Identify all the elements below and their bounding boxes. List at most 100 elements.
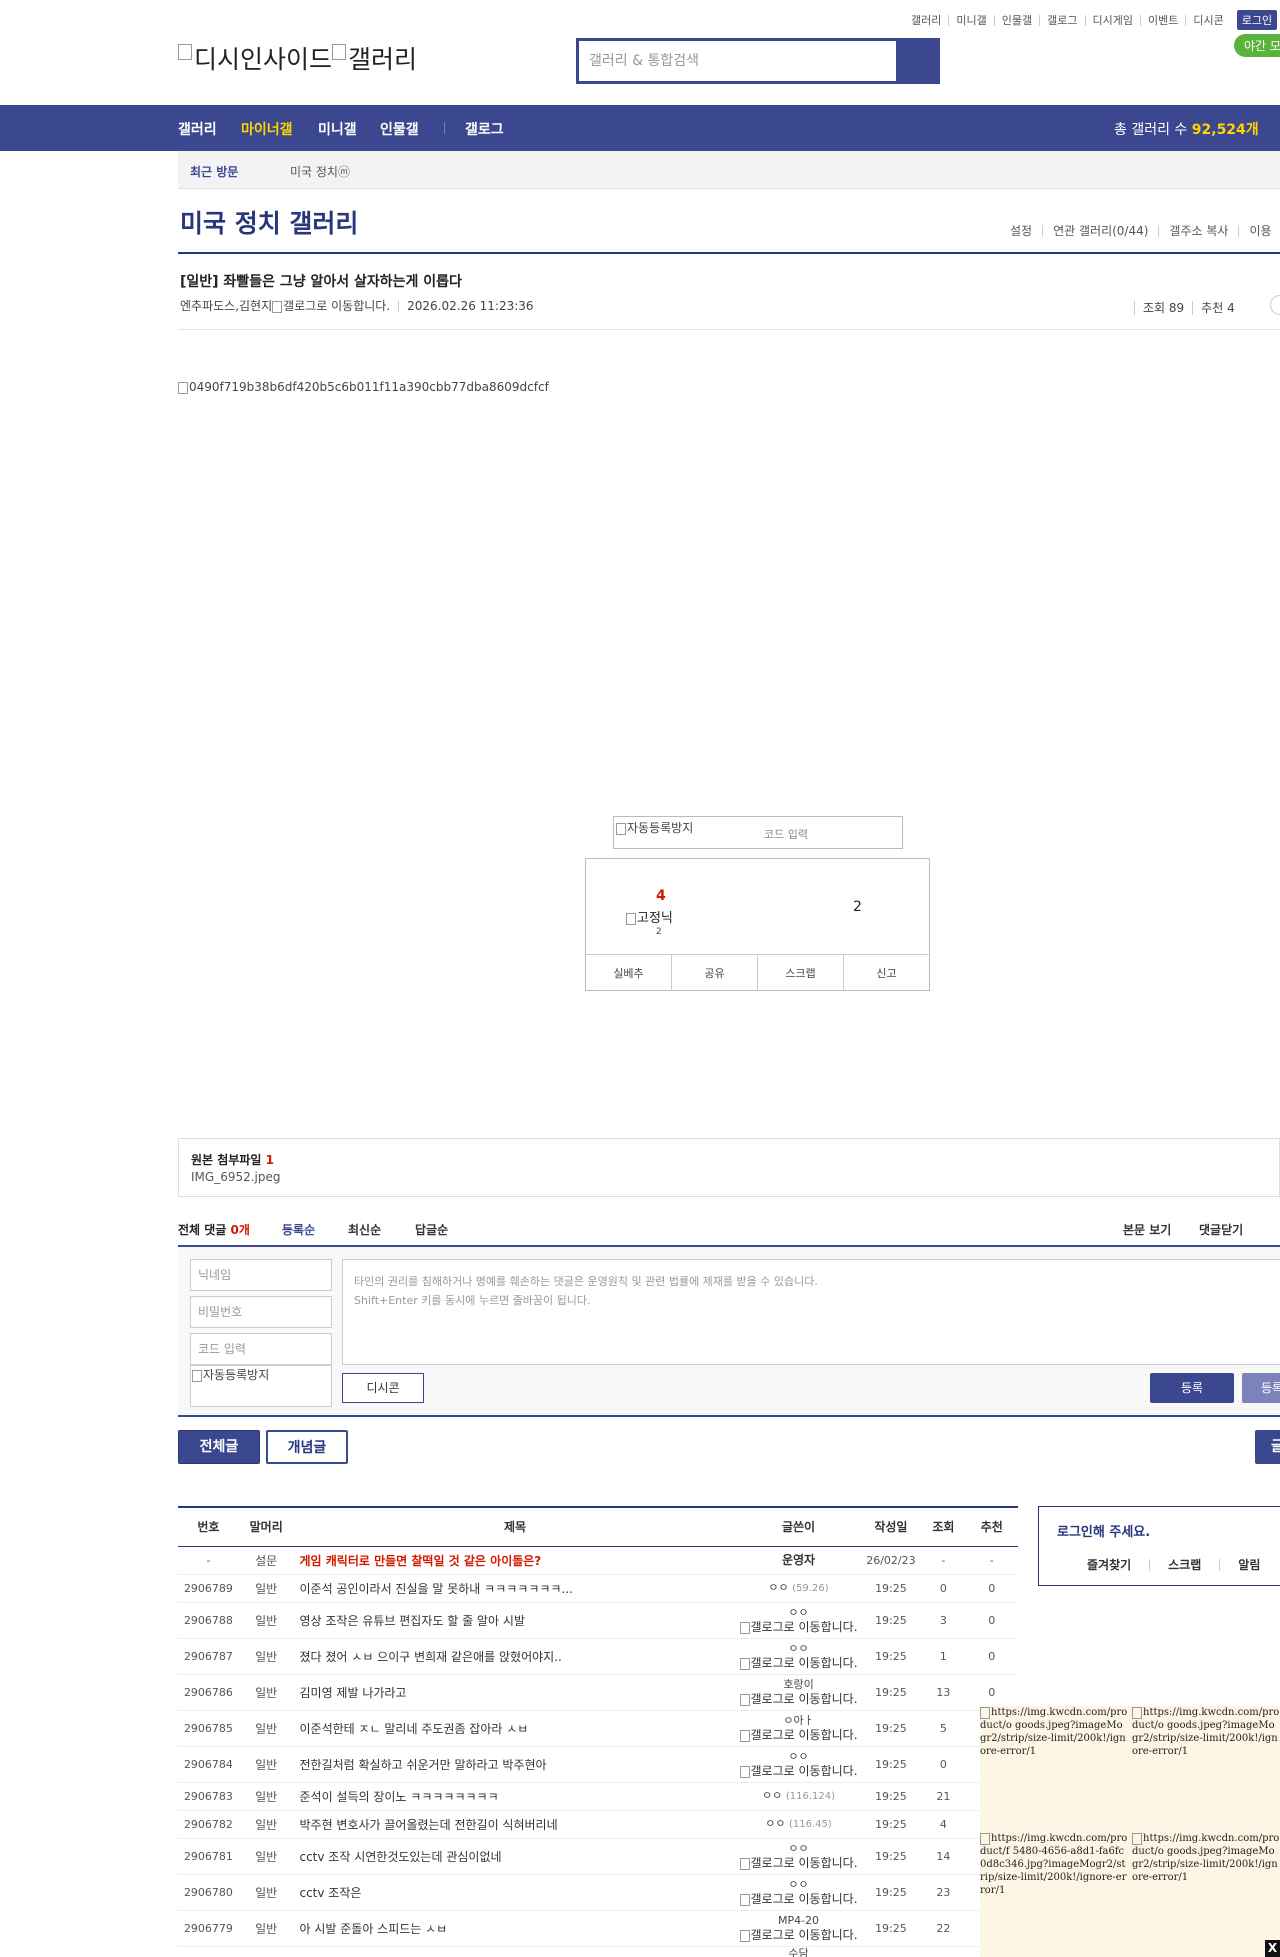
tab-concept-posts[interactable]: 개념글: [266, 1430, 348, 1464]
ad-product-2[interactable]: https://img.kwcdn.com/product/o goods.jp…: [1132, 1706, 1280, 1758]
writer-nick[interactable]: MP4-20: [778, 1914, 819, 1927]
writer-gallog-link[interactable]: 갤로그로 이동합니다.: [751, 1620, 858, 1634]
writer-nick[interactable]: ㅇㅇ: [768, 1581, 788, 1594]
post-title-link[interactable]: 영상 조작은 유튜브 편집자도 할 줄 알아 시발: [293, 1602, 737, 1639]
table-row[interactable]: 수담: [178, 1946, 1018, 1957]
post-title-link[interactable]: 게임 캐릭터로 만들면 찰떡일 것 같은 아이돌은?: [293, 1546, 737, 1575]
recent-visits-label[interactable]: 최근 방문: [190, 163, 238, 180]
gallery-title[interactable]: 미국 정치 갤러리: [180, 204, 358, 240]
writer-nick[interactable]: 호랑이: [783, 1678, 813, 1691]
table-row[interactable]: 2906783 일반 준석이 설득의 장이노 ㅋㅋㅋㅋㅋㅋㅋㅋ ㅇㅇ (116.124…: [178, 1782, 1018, 1811]
post-title-link[interactable]: cctv 조작 시연한것도있는데 관심이없네: [293, 1838, 737, 1875]
table-row[interactable]: 2906779 일반 아 시발 준돌아 스피드는 ㅅㅂ MP4-20 갤로그로 이동합니…: [178, 1910, 1018, 1947]
nav-minor-gallery[interactable]: 마이너갤: [241, 119, 293, 139]
notice-row[interactable]: - 설문 게임 캐릭터로 만들면 찰떡일 것 같은 아이돌은? 운영자 26/02/23…: [178, 1546, 1018, 1575]
post-writer[interactable]: ㅇㅇ 갤로그로 이동합니다.: [736, 1874, 861, 1911]
related-gallery-link[interactable]: 연관 갤러리(0/44): [1042, 225, 1158, 237]
post-title-link[interactable]: 졌다 졌어 ㅅㅂ 으이구 변희재 같은애를 앉혔어야지..: [293, 1638, 737, 1675]
ad-product-3[interactable]: https://img.kwcdn.com/product/f 5480-465…: [980, 1832, 1128, 1897]
table-row[interactable]: 2906782 일반 박주현 변호사가 끌어올렸는데 전한길이 식혀버리네 ㅇㅇ (1…: [178, 1810, 1018, 1839]
comment-textarea[interactable]: 타인의 권리를 침해하거나 명예를 훼손하는 댓글은 운영원칙 및 관련 법률에…: [342, 1259, 1280, 1365]
table-row[interactable]: 2906788 일반 영상 조작은 유튜브 편집자도 할 줄 알아 시발 ㅇㅇ 갤로그로…: [178, 1602, 1018, 1639]
comment-submit-secondary-button[interactable]: 등록: [1242, 1373, 1280, 1403]
tab-all-posts[interactable]: 전체글: [178, 1430, 260, 1464]
post-writer[interactable]: ㅇㅇ 갤로그로 이동합니다.: [736, 1638, 861, 1675]
recent-visit-item[interactable]: 미국 정치ⓜ: [290, 163, 350, 180]
writer-gallog-link[interactable]: 갤로그로 이동합니다.: [751, 1856, 858, 1870]
upvote-count[interactable]: 4: [656, 888, 666, 904]
post-title-link[interactable]: 전한길처럼 확실하고 쉬운거만 말하라고 박주현아: [293, 1746, 737, 1783]
gallery-settings-link[interactable]: 설정: [1000, 225, 1042, 237]
copy-address-link[interactable]: 갤주소 복사: [1158, 225, 1238, 237]
comment-submit-button[interactable]: 등록: [1150, 1373, 1234, 1403]
post-writer[interactable]: ㅇ아ㅏ 갤로그로 이동합니다.: [736, 1710, 861, 1747]
site-logo[interactable]: 디시인사이드 갤러리: [178, 40, 417, 76]
post-writer[interactable]: 운영자: [736, 1546, 861, 1575]
scrap-link[interactable]: 스크랩: [1149, 1559, 1219, 1571]
top-link-gallery[interactable]: 갤러리: [904, 15, 948, 26]
post-writer[interactable]: 호랑이 갤로그로 이동합니다.: [736, 1674, 861, 1711]
post-title-link[interactable]: 준석이 설득의 장이노 ㅋㅋㅋㅋㅋㅋㅋㅋ: [293, 1782, 737, 1811]
post-author[interactable]: 엔추파도스,김현지: [180, 299, 272, 313]
table-row[interactable]: 2906787 일반 졌다 졌어 ㅅㅂ 으이구 변희재 같은애를 앉혔어야지.. ㅇㅇ…: [178, 1638, 1018, 1675]
writer-gallog-link[interactable]: 갤로그로 이동합니다.: [751, 1892, 858, 1906]
top-link-mini[interactable]: 미니갤: [948, 14, 993, 26]
table-row[interactable]: 2906781 일반 cctv 조작 시연한것도있는데 관심이없네 ㅇㅇ 갤로그로 이동…: [178, 1838, 1018, 1875]
post-writer[interactable]: ㅇㅇ 갤로그로 이동합니다.: [736, 1838, 861, 1875]
top-link-gallog[interactable]: 갤로그: [1039, 14, 1084, 26]
post-writer[interactable]: ㅇㅇ (59.26): [736, 1574, 861, 1603]
search-input[interactable]: 갤러리 & 통합검색: [579, 41, 896, 81]
sort-latest[interactable]: 최신순: [348, 1221, 381, 1238]
search-button[interactable]: [896, 41, 937, 81]
best-recommend-button[interactable]: 실베추: [586, 955, 671, 991]
post-writer[interactable]: ㅇㅇ (116.124): [736, 1782, 861, 1811]
post-writer[interactable]: ㅇㅇ 갤로그로 이동합니다.: [736, 1746, 861, 1783]
post-writer[interactable]: ㅇㅇ 갤로그로 이동합니다.: [736, 1602, 861, 1639]
notification-link[interactable]: 알림: [1219, 1559, 1278, 1571]
gallog-link[interactable]: 갤로그로 이동합니다.: [283, 299, 390, 313]
downvote-count[interactable]: 2: [853, 899, 862, 915]
view-post-link[interactable]: 본문 보기: [1123, 1221, 1171, 1238]
writer-nick[interactable]: ㅇㅇ: [788, 1842, 808, 1855]
post-writer[interactable]: MP4-20 갤로그로 이동합니다.: [736, 1910, 861, 1947]
nickname-input[interactable]: 닉네임: [190, 1259, 332, 1291]
post-title-link[interactable]: 박주현 변호사가 끌어올렸는데 전한길이 식혀버리네: [293, 1810, 737, 1839]
top-link-dccon[interactable]: 디시콘: [1185, 14, 1230, 26]
top-link-event[interactable]: 이벤트: [1139, 14, 1185, 26]
writer-gallog-link[interactable]: 갤로그로 이동합니다.: [751, 1692, 858, 1706]
table-row[interactable]: 2906785 일반 이준석한테 ㅈㄴ 말리네 주도권좀 잡아라 ㅅㅂ ㅇ아ㅏ 갤로그로…: [178, 1710, 1018, 1747]
share-circle-button[interactable]: [1270, 295, 1280, 315]
favorites-link[interactable]: 즐겨찾기: [1087, 1559, 1149, 1571]
write-post-button[interactable]: 글: [1255, 1430, 1280, 1464]
writer-nick[interactable]: ㅇㅇ: [788, 1878, 808, 1891]
writer-nick[interactable]: ㅇㅇ: [765, 1817, 785, 1830]
post-title-link[interactable]: 이준석한테 ㅈㄴ 말리네 주도권좀 잡아라 ㅅㅂ: [293, 1710, 737, 1747]
ad-close-button[interactable]: X: [1265, 1940, 1280, 1957]
usage-link[interactable]: 이용: [1238, 225, 1280, 237]
nav-gallog[interactable]: 갤로그: [465, 119, 504, 139]
writer-nick[interactable]: ㅇㅇ: [788, 1750, 808, 1763]
ad-product-4[interactable]: https://img.kwcdn.com/product/o goods.jp…: [1132, 1832, 1280, 1884]
top-link-dcgame[interactable]: 디시게임: [1084, 14, 1140, 26]
scrap-button[interactable]: 스크랩: [757, 955, 843, 991]
ad-product-1[interactable]: https://img.kwcdn.com/product/o goods.jp…: [980, 1706, 1128, 1758]
close-comments-link[interactable]: 댓글닫기: [1199, 1221, 1243, 1238]
post-title-link[interactable]: 김미영 제발 나가라고: [293, 1674, 737, 1711]
report-button[interactable]: 신고: [843, 955, 929, 991]
comment-code-input[interactable]: 코드 입력: [190, 1333, 332, 1365]
post-title-link[interactable]: 이준석 공인이라서 진실을 말 못하내 ㅋㅋㅋㅋㅋㅋㅋ...: [293, 1574, 737, 1603]
post-writer[interactable]: ㅇㅇ (116.45): [736, 1810, 861, 1839]
writer-nick[interactable]: ㅇ아ㅏ: [783, 1714, 813, 1727]
top-link-person[interactable]: 인물갤: [993, 14, 1039, 26]
post-title-link[interactable]: 아 시발 준돌아 스피드는 ㅅㅂ: [293, 1910, 737, 1947]
writer-gallog-link[interactable]: 갤로그로 이동합니다.: [751, 1928, 858, 1942]
writer-gallog-link[interactable]: 갤로그로 이동합니다.: [751, 1764, 858, 1778]
table-row[interactable]: 2906789 일반 이준석 공인이라서 진실을 말 못하내 ㅋㅋㅋㅋㅋㅋㅋ... ㅇ…: [178, 1574, 1018, 1603]
writer-nick[interactable]: ㅇㅇ: [788, 1606, 808, 1619]
nav-gallery[interactable]: 갤러리: [178, 119, 217, 139]
table-row[interactable]: 2906784 일반 전한길처럼 확실하고 쉬운거만 말하라고 박주현아 ㅇㅇ 갤로그로…: [178, 1746, 1018, 1783]
writer-nick[interactable]: 운영자: [782, 1553, 815, 1567]
nav-person-gallery[interactable]: 인물갤: [380, 119, 419, 139]
password-input[interactable]: 비밀번호: [190, 1296, 332, 1328]
share-button[interactable]: 공유: [671, 955, 757, 991]
